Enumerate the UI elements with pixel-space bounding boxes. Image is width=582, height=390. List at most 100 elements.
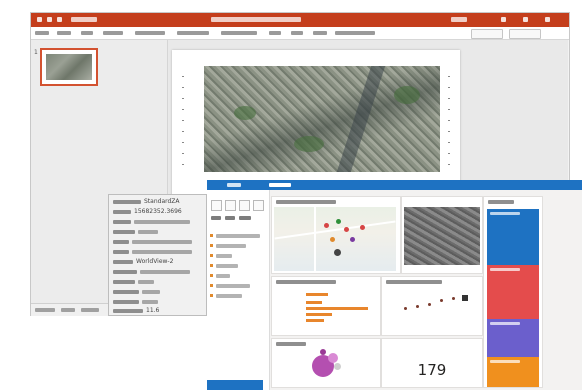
tab-active[interactable] [269,183,291,187]
bar-mark[interactable] [306,307,368,310]
filter-header [225,216,235,220]
tab-review[interactable] [269,31,281,35]
redo-icon[interactable] [57,17,62,22]
off-nadir-value: 11.6 [146,307,160,314]
ribbon-tabs [31,27,569,40]
close-icon[interactable] [545,17,550,22]
bubble-chart-visual[interactable] [271,338,381,388]
bar-mark[interactable] [306,319,324,322]
quick-access-toolbar[interactable] [71,17,97,22]
checkbox-icon[interactable] [210,264,213,267]
comments-button[interactable] [509,29,541,39]
bubble-mark[interactable] [328,353,338,363]
tab-insert[interactable] [81,31,93,35]
undo-icon[interactable] [47,17,52,22]
map-pin[interactable] [350,237,355,242]
tab-file[interactable] [35,31,49,35]
checkbox-icon[interactable] [210,274,213,277]
bar-mark[interactable] [306,293,328,296]
title-bar [31,13,569,27]
scatter-point[interactable] [462,295,468,301]
visual-icon[interactable] [239,200,250,211]
map-pin[interactable] [336,219,341,224]
field-item[interactable] [216,284,250,288]
share-button[interactable] [471,29,503,39]
tab-report[interactable] [227,183,241,187]
visual-icon[interactable] [225,200,236,211]
scatter-point[interactable] [452,297,455,300]
field-item[interactable] [216,254,232,258]
checkbox-icon[interactable] [210,254,213,257]
scatter-point[interactable] [428,303,431,306]
slide-number: 1 [34,49,38,56]
field-item[interactable] [216,234,260,238]
scatter-chart-visual[interactable] [381,276,483,336]
checkbox-icon[interactable] [210,284,213,287]
bar-chart-visual[interactable] [271,276,381,336]
treemap-block[interactable] [487,265,539,319]
powerbi-window: 179 [207,180,582,390]
map-pin[interactable] [344,227,349,232]
kpi-card[interactable]: 179 [381,338,483,388]
page-tab[interactable] [207,380,263,390]
tab-transitions[interactable] [135,31,165,35]
account-area[interactable] [451,17,467,22]
field-item[interactable] [216,294,242,298]
bubble-mark[interactable] [320,349,326,355]
scatter-point[interactable] [416,305,419,308]
bar-mark[interactable] [306,301,322,304]
bubble-mark[interactable] [334,363,341,370]
tab-animations[interactable] [177,31,209,35]
field-item[interactable] [216,244,246,248]
park-area [394,86,420,104]
park-area [234,106,256,120]
map-visual[interactable] [271,196,401,274]
sensor-value: WorldView-2 [136,258,174,265]
minimize-icon[interactable] [501,17,506,22]
map-pin[interactable] [330,237,335,242]
map-road [314,207,316,271]
treemap-visual[interactable] [483,196,543,388]
field-item[interactable] [216,274,230,278]
treemap-block[interactable] [487,209,539,265]
maximize-icon[interactable] [523,17,528,22]
tab-view[interactable] [291,31,303,35]
treemap-block[interactable] [487,357,539,387]
visual-icon[interactable] [211,200,222,211]
checkbox-icon[interactable] [210,244,213,247]
powerbi-top-bar [207,180,582,190]
visual-title [276,280,336,284]
center-x-value: 15682352.3696 [134,208,182,215]
map-pin[interactable] [334,249,341,256]
scatter-point[interactable] [440,299,443,302]
slide-thumbnail[interactable] [40,48,98,86]
map-road [274,220,396,240]
status-language [61,308,75,312]
visual-icon[interactable] [253,200,264,211]
checkbox-icon[interactable] [210,234,213,237]
ruler-marks-right [448,76,450,166]
map-canvas[interactable] [274,207,396,271]
map-pin[interactable] [360,225,365,230]
tab-design[interactable] [103,31,123,35]
product-label: StandardZA [144,198,180,205]
tab-home[interactable] [57,31,71,35]
satellite-image[interactable] [204,66,440,172]
filter-header [211,216,221,220]
field-item[interactable] [216,264,238,268]
satellite-thumbnail [404,207,480,265]
bar-mark[interactable] [306,313,332,316]
image-visual[interactable] [401,196,483,274]
tab-slideshow[interactable] [221,31,257,35]
status-notes[interactable] [81,308,99,312]
checkbox-icon[interactable] [210,294,213,297]
map-pin[interactable] [324,223,329,228]
treemap-block[interactable] [487,319,539,357]
scatter-point[interactable] [404,307,407,310]
search-box[interactable] [335,31,375,35]
save-icon[interactable] [37,17,42,22]
visual-title [276,342,306,346]
powerbi-filter-pane [207,190,270,390]
tab-help[interactable] [313,31,327,35]
status-slide-info [35,308,55,312]
